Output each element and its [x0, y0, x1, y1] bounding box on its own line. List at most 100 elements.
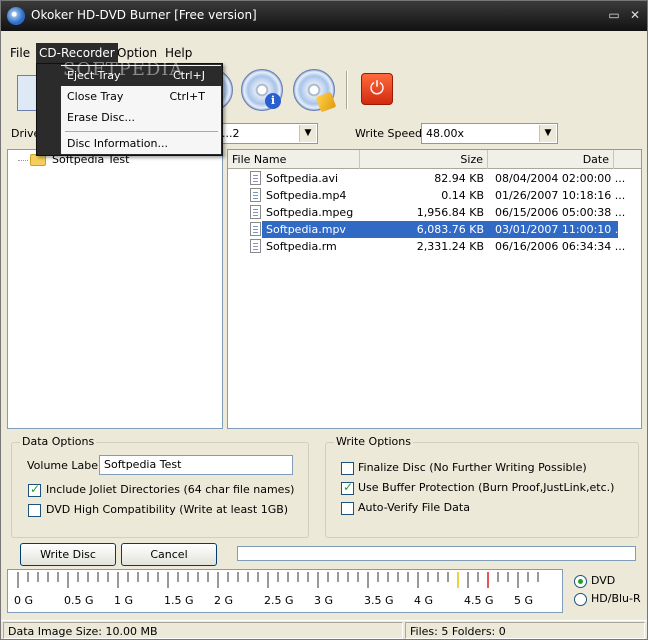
auto-verify-checkbox[interactable] [341, 502, 354, 515]
write-disc-button[interactable]: Write Disc [20, 543, 116, 566]
file-date: 06/15/2006 05:00:38 ... [495, 206, 626, 219]
joliet-label: Include Joliet Directories (64 char file… [46, 483, 295, 496]
write-options-title: Write Options [334, 435, 413, 448]
hd-bluray-radio-label: HD/Blu-R [591, 592, 641, 605]
image-size-status: Data Image Size: 10.00 MB [3, 622, 403, 639]
file-count-status: Files: 5 Folders: 0 [405, 622, 645, 639]
data-options-title: Data Options [20, 435, 97, 448]
file-name: Softpedia.mpeg [266, 206, 354, 219]
auto-verify-label: Auto-Verify File Data [358, 501, 470, 514]
file-size: 1,956.84 KB [416, 206, 484, 219]
menu-cd-recorder[interactable]: CD-Recorder [36, 43, 118, 63]
volume-label-input[interactable]: Softpedia Test [99, 455, 293, 475]
column-file-name[interactable]: File Name [228, 150, 360, 169]
buffer-proof-checkbox[interactable] [341, 480, 354, 495]
finalize-label: Finalize Disc (No Further Writing Possib… [358, 461, 587, 474]
file-row[interactable]: Softpedia.avi 82.94 KB 08/04/2004 02:00:00… [228, 170, 625, 187]
dvd-radio-label: DVD [591, 574, 616, 587]
drive-select[interactable]: ...2 ▼ [217, 123, 318, 144]
chevron-down-icon[interactable]: ▼ [299, 125, 316, 142]
data-options-group: Data Options Volume Label: Softpedia Tes… [11, 435, 309, 538]
menu-separator [65, 131, 218, 132]
file-name: Softpedia.avi [266, 172, 339, 185]
menu-item-shortcut: Ctrl+J [172, 69, 205, 82]
file-row[interactable]: Softpedia.rm 2,331.24 KB 06/16/2006 06:34:… [228, 238, 625, 255]
file-name: Softpedia.mp4 [266, 189, 347, 202]
file-icon [250, 205, 261, 219]
drive-value: ...2 [222, 127, 240, 140]
file-row[interactable]: Softpedia.mpeg 1,956.84 KB 06/15/2006 05:0… [228, 204, 625, 221]
buffer-proof-label: Use Buffer Protection (Burn Proof,JustLi… [358, 481, 615, 494]
file-row[interactable]: Softpedia.mp4 0.14 KB 01/26/2007 10:18:16 … [228, 187, 625, 204]
menu-file[interactable]: File [7, 43, 33, 63]
file-date: 01/26/2007 10:18:16 ... [495, 189, 626, 202]
menu-item-close-tray[interactable]: Close Tray Ctrl+T [61, 87, 221, 107]
file-list[interactable]: File Name Size Date Softpedia.avi 82.94 K… [227, 149, 642, 429]
erase-disc-tool[interactable] [291, 67, 337, 113]
status-bar: Data Image Size: 10.00 MB Files: 5 Folde… [1, 620, 647, 639]
chevron-down-icon[interactable]: ▼ [539, 125, 556, 142]
ruler-tick-label: 5 G [514, 594, 534, 607]
ruler-tick-label: 4.5 G [464, 594, 494, 607]
file-icon [250, 171, 261, 185]
title-bar[interactable]: Okoker HD-DVD Burner [Free version] ▭ ✕ [1, 1, 647, 31]
ruler-tick-label: 4 G [414, 594, 434, 607]
file-size: 82.94 KB [434, 172, 484, 185]
file-row[interactable]: Softpedia.mpv 6,083.76 KB 03/01/2007 11:00… [228, 221, 625, 238]
write-speed-label: Write Speed: [355, 127, 426, 140]
ruler-tick-label: 1.5 G [164, 594, 194, 607]
ruler-tick-label: 0.5 G [64, 594, 94, 607]
ruler-tick-label: 2 G [214, 594, 234, 607]
ruler-tick-label: 3 G [314, 594, 334, 607]
write-progress-bar [237, 546, 636, 561]
file-icon [250, 239, 261, 253]
info-icon: i [265, 93, 281, 109]
menu-item-label: Eject Tray [67, 69, 121, 82]
menu-item-label: Disc Information... [67, 137, 168, 150]
joliet-checkbox[interactable] [28, 482, 41, 497]
close-button[interactable]: ✕ [627, 8, 643, 24]
disc-info-tool[interactable]: i [239, 67, 285, 113]
menu-item-shortcut: Ctrl+T [169, 90, 205, 103]
capacity-ruler: 0 G 0.5 G 1 G 1.5 G 2 G 2.5 G 3 G 3.5 G 4 G 4.5 G… [7, 569, 563, 613]
menu-item-eject-tray[interactable]: Eject Tray Ctrl+J [61, 66, 221, 86]
menu-option[interactable]: Option [114, 43, 160, 63]
file-list-header: File Name Size Date [228, 150, 641, 169]
write-speed-select[interactable]: 48.00x ▼ [421, 123, 558, 144]
file-date: 06/16/2006 06:34:34 ... [495, 240, 626, 253]
write-speed-value: 48.00x [426, 127, 465, 140]
cancel-button[interactable]: Cancel [121, 543, 217, 566]
tree-connector [18, 160, 28, 161]
dvd-radio[interactable] [574, 575, 587, 588]
dvd-compat-checkbox[interactable] [28, 504, 41, 517]
file-size: 6,083.76 KB [416, 223, 484, 236]
toolbar-separator [346, 71, 348, 109]
finalize-checkbox[interactable] [341, 462, 354, 475]
ruler-tick-label: 2.5 G [264, 594, 294, 607]
hd-bluray-radio[interactable] [574, 593, 587, 606]
folder-tree[interactable]: Softpedia Test [7, 149, 223, 429]
exit-button[interactable]: ⏻ [361, 73, 393, 105]
window-title: Okoker HD-DVD Burner [Free version] [31, 8, 257, 22]
file-icon [250, 188, 261, 202]
file-icon [250, 222, 261, 236]
file-name: Softpedia.mpv [266, 223, 346, 236]
app-disc-icon [7, 7, 25, 25]
app-window: Okoker HD-DVD Burner [Free version] ▭ ✕ … [0, 0, 648, 640]
menu-item-label: Erase Disc... [67, 111, 136, 124]
menu-item-erase-disc[interactable]: Erase Disc... [61, 108, 221, 128]
ruler-tick-label: 0 G [14, 594, 34, 607]
file-date: 03/01/2007 11:00:10 ... [495, 223, 626, 236]
menu-help[interactable]: Help [162, 43, 195, 63]
dvd-compat-label: DVD High Compatibility (Write at least 1… [46, 503, 289, 516]
write-options-group: Write Options Finalize Disc (No Further … [325, 435, 639, 538]
file-size: 2,331.24 KB [416, 240, 484, 253]
column-date[interactable]: Date [488, 150, 614, 169]
column-size[interactable]: Size [360, 150, 488, 169]
ruler-tick-label: 3.5 G [364, 594, 394, 607]
menu-item-disc-information[interactable]: Disc Information... [61, 134, 221, 154]
menu-bar: File CD-Recorder Option Help [1, 43, 647, 63]
file-size: 0.14 KB [441, 189, 484, 202]
minimize-button[interactable]: ▭ [606, 8, 622, 24]
file-name: Softpedia.rm [266, 240, 337, 253]
